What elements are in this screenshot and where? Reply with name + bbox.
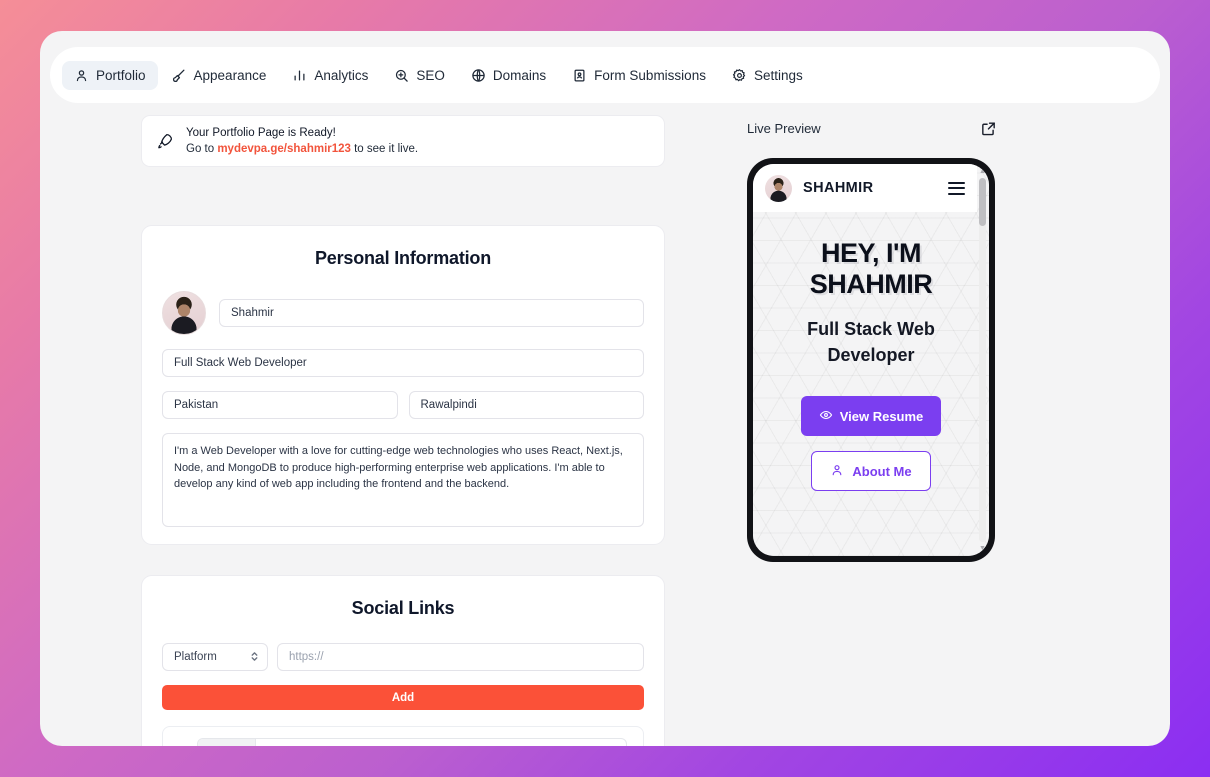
user-icon	[74, 68, 89, 83]
chevron-updown-icon	[250, 650, 259, 665]
scrollbar-thumb[interactable]	[979, 178, 986, 226]
add-social-link-button[interactable]: Add	[162, 685, 644, 710]
view-resume-button[interactable]: View Resume	[801, 396, 941, 436]
scroll-up-arrow-icon[interactable]: ▲	[979, 168, 986, 175]
social-link-row: Github https://github.com/shahmirfaisal	[162, 726, 644, 746]
tab-portfolio-label: Portfolio	[96, 67, 146, 83]
about-me-label: About Me	[852, 463, 912, 479]
phone-topbar: SHAHMIR	[753, 164, 977, 212]
tab-analytics-label: Analytics	[314, 67, 369, 83]
tab-appearance[interactable]: Appearance	[160, 61, 279, 90]
scroll-down-arrow-icon[interactable]: ▼	[979, 545, 986, 552]
bar-chart-icon	[292, 68, 307, 83]
phone-avatar	[765, 174, 792, 202]
social-url-input[interactable]: https://	[277, 643, 644, 671]
eye-icon	[819, 408, 833, 425]
search-target-icon	[394, 68, 409, 83]
hero-heading: HEY, I'M SHAHMIR	[809, 238, 933, 299]
external-link-icon[interactable]	[980, 120, 997, 137]
top-navigation: Portfolio Appearance Analytics SEO Domai	[50, 47, 1160, 103]
social-link-platform: Github	[198, 739, 257, 746]
about-me-button[interactable]: About Me	[811, 451, 931, 491]
role-input[interactable]: Full Stack Web Developer	[162, 349, 644, 377]
tab-domains[interactable]: Domains	[459, 61, 558, 90]
personal-information-card: Personal Information Shahmir Full Stack …	[141, 225, 665, 545]
scrollbar-track	[979, 178, 986, 542]
portfolio-url-link[interactable]: mydevpa.ge/shahmir123	[217, 143, 351, 155]
social-links-card: Social Links Platform https:// Add Githu…	[141, 575, 665, 746]
social-links-title: Social Links	[351, 598, 455, 618]
gear-icon	[732, 68, 747, 83]
city-input[interactable]: Rawalpindi	[408, 391, 644, 419]
tab-form-submissions[interactable]: Form Submissions	[560, 61, 718, 90]
live-preview-header: Live Preview	[747, 115, 997, 141]
tab-settings-label: Settings	[753, 67, 803, 83]
platform-select[interactable]: Platform	[162, 643, 268, 671]
banner-text: Your Portfolio Page is Ready! Go to myde…	[186, 125, 418, 157]
social-link-input-group: Github https://github.com/shahmirfaisal	[197, 738, 627, 746]
tab-form-submissions-label: Form Submissions	[594, 67, 706, 83]
tab-appearance-label: Appearance	[193, 67, 267, 83]
tab-portfolio[interactable]: Portfolio	[62, 60, 158, 90]
editor-column: Your Portfolio Page is Ready! Go to myde…	[141, 115, 665, 746]
globe-icon	[471, 68, 486, 83]
live-preview-column: Live Preview HEY, I'M SHAHMIR Full Stack…	[747, 115, 1057, 562]
bio-textarea[interactable]: I'm a Web Developer with a love for cutt…	[162, 433, 644, 527]
form-icon	[572, 68, 587, 83]
social-link-url-input[interactable]: https://github.com/shahmirfaisal	[256, 739, 626, 746]
brush-icon	[172, 68, 187, 83]
banner-suffix: to see it live.	[350, 143, 419, 155]
hamburger-icon[interactable]	[948, 181, 965, 195]
phone-brand-name: SHAHMIR	[803, 180, 874, 196]
phone-hero-section: HEY, I'M SHAHMIR Full Stack Web Develope…	[753, 164, 989, 556]
tab-settings[interactable]: Settings	[720, 61, 815, 90]
banner-line2: Go to mydevpa.ge/shahmir123 to see it li…	[186, 141, 418, 157]
tab-domains-label: Domains	[492, 67, 547, 83]
hero-subheading: Full Stack Web Developer	[807, 319, 935, 365]
banner-line1: Your Portfolio Page is Ready!	[186, 127, 336, 139]
name-input[interactable]: Shahmir	[219, 299, 644, 327]
view-resume-label: View Resume	[839, 408, 924, 424]
app-window: Portfolio Appearance Analytics SEO Domai	[40, 31, 1170, 746]
banner-prefix: Go to	[186, 143, 218, 155]
tab-analytics[interactable]: Analytics	[280, 61, 380, 90]
live-preview-title: Live Preview	[747, 120, 821, 136]
phone-screen: HEY, I'M SHAHMIR Full Stack Web Develope…	[753, 164, 989, 556]
platform-select-value: Platform	[174, 651, 217, 663]
personal-information-title: Personal Information	[314, 248, 492, 268]
rocket-icon	[156, 132, 174, 150]
profile-avatar[interactable]	[162, 291, 206, 335]
phone-scrollbar[interactable]: ▲ ▼	[978, 168, 987, 552]
tab-seo[interactable]: SEO	[382, 61, 457, 90]
phone-mockup: HEY, I'M SHAHMIR Full Stack Web Develope…	[747, 158, 995, 562]
user-icon	[830, 463, 844, 480]
tab-seo-label: SEO	[416, 67, 445, 83]
country-input[interactable]: Pakistan	[162, 391, 398, 419]
portfolio-ready-banner: Your Portfolio Page is Ready! Go to myde…	[141, 115, 665, 167]
